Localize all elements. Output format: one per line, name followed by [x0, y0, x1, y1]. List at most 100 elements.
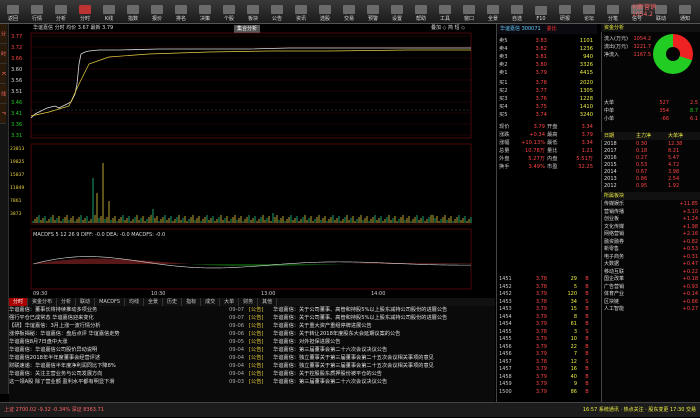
sidebar-tab-5[interactable]: F — [0, 104, 6, 124]
sector-row[interactable]: 电子商务 +0.31 — [601, 254, 700, 261]
news-row[interactable]: 华谊嘉信：华谊嘉信公司股价异动说明 09-04 [公告] 华谊嘉信：第三届董事会第二十… — [9, 346, 495, 354]
sector-name[interactable]: 人工智能 — [601, 306, 661, 313]
toolbar-button[interactable]: 分时 — [74, 2, 96, 22]
sector-row[interactable]: 广告营销 +0.93 — [601, 284, 700, 291]
announcement-title[interactable]: 华谊嘉信：关于转让2018年度股东大会延期议案的公告 — [273, 330, 495, 338]
sector-name[interactable]: 国企改革 — [601, 276, 661, 283]
toolbar-button[interactable]: 帮助 — [410, 2, 432, 22]
bottom-tab[interactable]: 分时 — [9, 298, 29, 306]
toolbar-button[interactable]: 指数 — [122, 2, 144, 22]
news-headline[interactable]: 这一领A股 除了营业额 盈利水平都有明显下滑 — [9, 378, 229, 386]
sector-row[interactable]: 大数据 +0.47 — [601, 261, 700, 268]
bottom-tab[interactable]: 全景 — [144, 298, 164, 306]
news-row[interactable]: 华谊嘉信：关注主营业务与公司发展方向 09-04 [公告] 华谊嘉信：关于控股股东质押… — [9, 370, 495, 378]
toolbar-button[interactable]: 报价 — [146, 2, 168, 22]
bottom-tab[interactable]: 财务 — [239, 298, 259, 306]
bottom-tab[interactable]: 历史 — [163, 298, 183, 306]
sector-name[interactable]: 网络营销 — [601, 231, 661, 238]
sector-name[interactable]: 电子商务 — [601, 254, 661, 261]
news-headline[interactable]: 华谊嘉信：关注主营业务与公司发展方向 — [9, 370, 229, 378]
sector-name[interactable]: 创业板 — [601, 216, 661, 223]
sector-name[interactable]: 体育产业 — [601, 291, 661, 298]
sector-row[interactable]: 区块链 +0.66 — [601, 299, 700, 306]
toolbar-button[interactable]: 预警 — [362, 2, 384, 22]
sector-name[interactable]: 移动互联 — [601, 269, 661, 276]
chart-svg[interactable]: MACDFS 5 12 26 9 DIFF: -0.0 DEA: -0.0 MA… — [9, 24, 495, 298]
toolbar-button[interactable]: 全景 — [482, 2, 504, 22]
toolbar-button[interactable]: 资讯 — [290, 2, 312, 22]
sidebar-tab-3[interactable]: K — [0, 64, 6, 84]
toolbar-button[interactable]: F10 — [530, 2, 552, 22]
news-row[interactable]: 华谊嘉信：董事长将持续推动多项业务 09-07 [公告] 华谊嘉信：关于公司董事、高管… — [9, 306, 495, 314]
toolbar-button[interactable]: 自选 — [506, 2, 528, 22]
announcement-title[interactable]: 华谊嘉信：第三届董事会第二十六次会议决议公告 — [273, 346, 495, 354]
sector-name[interactable]: 区块链 — [601, 299, 661, 306]
bottom-tab[interactable]: 均线 — [125, 298, 145, 306]
toolbar-button[interactable]: 设置 — [386, 2, 408, 22]
announcement-title[interactable]: 华谊嘉信：关于重大资产重组停牌进展公告 — [273, 322, 495, 330]
news-headline[interactable]: 华谊嘉信：华谊嘉信公司股价异动说明 — [9, 346, 229, 354]
announcement-title[interactable]: 华谊嘉信：独立董事关于第三届董事会第二十五次会议相关事项的意见 — [273, 354, 495, 362]
toolbar-button[interactable]: 板块 — [242, 2, 264, 22]
bottom-tab[interactable]: 资金分布 — [28, 298, 58, 306]
toolbar-button[interactable]: 返回 — [2, 2, 24, 22]
toolbar-button[interactable]: 分析 — [50, 2, 72, 22]
toolbar-button[interactable]: 研报 — [554, 2, 576, 22]
sector-name[interactable]: 融资融券 — [601, 239, 661, 246]
news-headline[interactable]: 华谊嘉信8月7日盘中大涨 — [9, 338, 229, 346]
news-row[interactable]: 华谊嘉信8月7日盘中大涨 09-05 [公告] 华谊嘉信：对外担保进展公告 — [9, 338, 495, 346]
sector-row[interactable]: 营销传播 +3.10 — [601, 209, 700, 216]
toolbar-button[interactable]: 交易 — [338, 2, 360, 22]
sector-name[interactable]: 大数据 — [601, 261, 661, 268]
toolbar-button[interactable]: 论坛 — [578, 2, 600, 22]
bottom-tab[interactable]: 分析 — [57, 298, 77, 306]
announcement-title[interactable]: 华谊嘉信：第三届董事会第二十六次会议决议公告 — [273, 378, 495, 386]
bottom-tab[interactable]: MACDFS — [95, 298, 126, 306]
toolbar-button[interactable]: 公告 — [266, 2, 288, 22]
sidebar-tab-2[interactable]: 时 — [0, 44, 7, 64]
bottom-tab[interactable]: 其他 — [258, 298, 278, 306]
sector-row[interactable]: 人工智能 +0.27 — [601, 306, 700, 313]
sector-name[interactable]: 传媒娱乐 — [601, 201, 661, 208]
news-headline[interactable]: 涨停板揭秘：华谊嘉信：盘后点评 华谊嘉信走势 — [9, 330, 229, 338]
toolbar-button[interactable]: 决策 — [194, 2, 216, 22]
toolbar-button[interactable]: 工具 — [434, 2, 456, 22]
news-headline[interactable]: 财联速递：华谊嘉信半年度净利润同比下降8% — [9, 362, 229, 370]
announcement-title[interactable]: 华谊嘉信：关于公司董事、高管和持股5%以上股东减持公司股份的进展公告 — [273, 314, 495, 322]
toolbar-button[interactable]: 窗口 — [458, 2, 480, 22]
stock-title[interactable]: 华谊嘉信 300071 委比 — [497, 24, 597, 34]
sector-row[interactable]: 国企改革 +0.18 — [601, 276, 700, 283]
news-row[interactable]: 财联速递：华谊嘉信半年度净利润同比下降8% 09-04 [公告] 华谊嘉信：独立董事关… — [9, 362, 495, 370]
toolbar-button[interactable]: 行情 — [26, 2, 48, 22]
news-headline[interactable]: 华谊嘉信：董事长将持续推动多项业务 — [9, 306, 229, 314]
bottom-tab[interactable]: 指标 — [182, 298, 202, 306]
sector-name[interactable]: 营销传播 — [601, 209, 661, 216]
news-headline[interactable]: 华谊嘉信2018年半年度董事会经营评述 — [9, 354, 229, 362]
toolbar-button[interactable]: 排名 — [170, 2, 192, 22]
announcement-title[interactable]: 华谊嘉信：对外担保进展公告 — [273, 338, 495, 346]
news-headline[interactable]: 强行平仓已成常态 华谊嘉信迎来变化 — [9, 314, 229, 322]
announcement-title[interactable]: 华谊嘉信：独立董事关于第三届董事会第二十五次会议相关事项的意见 — [273, 362, 495, 370]
news-row[interactable]: 强行平仓已成常态 华谊嘉信迎来变化 09-07 [公告] 华谊嘉信：关于公司董事、高管… — [9, 314, 495, 322]
announcement-title[interactable]: 华谊嘉信：关于控股股东质押股份被平仓的公告 — [273, 370, 495, 378]
news-row[interactable]: 【研】华谊嘉信：3月上涨一波行情分析 09-06 [公告] 华谊嘉信：关于重大资产重组… — [9, 322, 495, 330]
sector-row[interactable]: 体育产业 +0.14 — [601, 291, 700, 298]
news-row[interactable]: 这一领A股 除了营业额 盈利水平都有明显下滑 09-03 [公告] 华谊嘉信：第三届董… — [9, 378, 495, 386]
toolbar-button[interactable]: 分笔 — [602, 2, 624, 22]
toolbar-button[interactable]: 选股 — [314, 2, 336, 22]
toolbar-button[interactable]: K线 — [98, 2, 120, 22]
news-row[interactable]: 华谊嘉信2018年半年度董事会经营评述 09-04 [公告] 华谊嘉信：独立董事关于第… — [9, 354, 495, 362]
bottom-tab[interactable]: 成交 — [201, 298, 221, 306]
announcement-title[interactable]: 华谊嘉信：关于公司董事、高管和持股5%以上股东减持公司股份的进展公告 — [273, 306, 495, 314]
sector-name[interactable]: 文化传媒 — [601, 224, 661, 231]
sector-row[interactable]: 融资融券 +0.82 — [601, 239, 700, 246]
sector-row[interactable]: 创业板 +1.24 — [601, 216, 700, 223]
sector-row[interactable]: 网络营销 +2.16 — [601, 231, 700, 238]
sidebar-tab-1[interactable]: 分 — [0, 24, 7, 44]
sector-name[interactable]: 广告营销 — [601, 284, 661, 291]
sector-row[interactable]: 移动互联 +0.22 — [601, 269, 700, 276]
sector-row[interactable]: 文化传媒 +1.98 — [601, 224, 700, 231]
sector-row[interactable]: 传媒娱乐 +11.85 — [601, 201, 700, 208]
toolbar-button[interactable]: 个股 — [218, 2, 240, 22]
news-headline[interactable]: 【研】华谊嘉信：3月上涨一波行情分析 — [9, 322, 229, 330]
